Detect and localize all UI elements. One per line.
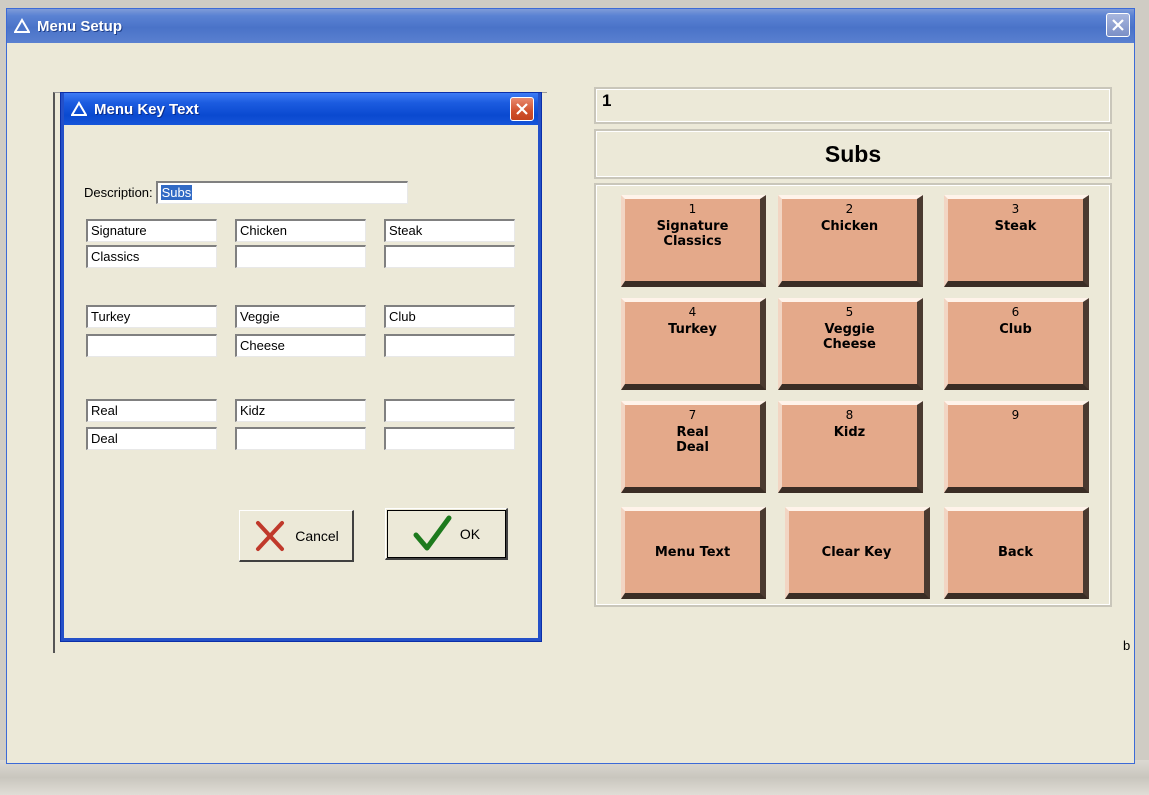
menu-key-4[interactable]: 4 Turkey — [621, 298, 766, 390]
key8-line1-input[interactable]: Kidz — [235, 399, 366, 422]
key-number-label: 3 — [1011, 202, 1020, 216]
menu-key-3[interactable]: 3 Steak — [944, 195, 1089, 287]
description-row: Description: Subs — [84, 181, 408, 204]
window-title: Menu Setup — [37, 17, 122, 35]
category-display: Subs — [594, 129, 1112, 179]
key-number-label: 6 — [1011, 305, 1020, 319]
ok-label: OK — [459, 525, 481, 542]
close-icon — [1112, 19, 1124, 31]
menu-setup-window: Menu Setup Menu Key Text Description: Su… — [6, 8, 1135, 764]
menu-key-5[interactable]: 5 Veggie Cheese — [778, 298, 923, 390]
menu-keys-panel: 1 Signature Classics 2 Chicken 3 Steak 4… — [594, 183, 1112, 607]
key7-line1-input[interactable]: Real — [86, 399, 217, 422]
menu-key-1[interactable]: 1 Signature Classics — [621, 195, 766, 287]
main-close-button[interactable] — [1106, 13, 1130, 37]
clear-key-button[interactable]: Clear Key — [785, 507, 930, 599]
menu-key-2[interactable]: 2 Chicken — [778, 195, 923, 287]
key7-line2-input[interactable]: Deal — [86, 427, 217, 450]
cancel-label: Cancel — [295, 527, 339, 544]
dialog-titlebar[interactable]: Menu Key Text — [64, 93, 538, 125]
checkmark-icon — [413, 515, 452, 550]
menu-key-text-dialog: Menu Key Text Description: Subs Signatur… — [61, 93, 541, 641]
key-label: Real Deal — [676, 425, 709, 455]
key-number-label: 8 — [845, 408, 854, 422]
key9-line1-input[interactable] — [384, 399, 515, 422]
key-label: Veggie Cheese — [823, 322, 876, 352]
key3-line1-input[interactable]: Steak — [384, 219, 515, 242]
key2-line1-input[interactable]: Chicken — [235, 219, 366, 242]
key5-line1-input[interactable]: Veggie — [235, 305, 366, 328]
ok-button[interactable]: OK — [385, 508, 508, 560]
menu-text-label: Menu Text — [654, 544, 731, 560]
app-triangle-icon — [70, 100, 88, 118]
key-label: Club — [999, 322, 1032, 337]
menu-key-6[interactable]: 6 Club — [944, 298, 1089, 390]
key3-line2-input[interactable] — [384, 245, 515, 268]
key4-line2-input[interactable] — [86, 334, 217, 357]
back-button[interactable]: Back — [944, 507, 1089, 599]
app-triangle-icon — [13, 17, 31, 35]
key4-line1-input[interactable]: Turkey — [86, 305, 217, 328]
key2-line2-input[interactable] — [235, 245, 366, 268]
menu-key-7[interactable]: 7 Real Deal — [621, 401, 766, 493]
back-label: Back — [997, 544, 1034, 560]
background-window-text: b — [1123, 638, 1131, 653]
key1-line1-input[interactable]: Signature — [86, 219, 217, 242]
key-label: Chicken — [820, 219, 879, 234]
dialog-title: Menu Key Text — [94, 100, 199, 118]
menu-key-8[interactable]: 8 Kidz — [778, 401, 923, 493]
key-label: Signature Classics — [656, 219, 729, 249]
key8-line2-input[interactable] — [235, 427, 366, 450]
cancel-x-icon — [256, 520, 285, 551]
key-label: Kidz — [833, 425, 866, 440]
description-input[interactable]: Subs — [155, 181, 408, 204]
key-number-display: 1 — [594, 87, 1112, 124]
key9-line2-input[interactable] — [384, 427, 515, 450]
key-number-label: 9 — [1011, 408, 1020, 422]
menu-text-button[interactable]: Menu Text — [621, 507, 766, 599]
key-label: Turkey — [668, 322, 717, 337]
category-title: Subs — [824, 140, 882, 167]
key-number-label: 7 — [688, 408, 697, 422]
dialog-close-button[interactable] — [510, 97, 534, 121]
key-number: 1 — [602, 91, 612, 110]
key-number-label: 2 — [845, 202, 854, 216]
key6-line2-input[interactable] — [384, 334, 515, 357]
key5-line2-input[interactable]: Cheese — [235, 334, 366, 357]
key6-line1-input[interactable]: Club — [384, 305, 515, 328]
description-label: Description: — [84, 185, 153, 200]
key-number-label: 5 — [845, 305, 854, 319]
key-number-label: 4 — [688, 305, 697, 319]
window-client-area: Menu Key Text Description: Subs Signatur… — [7, 43, 1134, 763]
key-number-label: 1 — [688, 202, 697, 216]
close-icon — [516, 103, 528, 115]
menu-key-9[interactable]: 9 — [944, 401, 1089, 493]
cancel-button[interactable]: Cancel — [239, 510, 354, 562]
clear-key-label: Clear Key — [821, 544, 892, 560]
key-label: Steak — [994, 219, 1037, 234]
desktop-background — [0, 760, 1149, 795]
main-titlebar[interactable]: Menu Setup — [7, 9, 1134, 43]
description-selection: Subs — [160, 185, 193, 200]
key1-line2-input[interactable]: Classics — [86, 245, 217, 268]
